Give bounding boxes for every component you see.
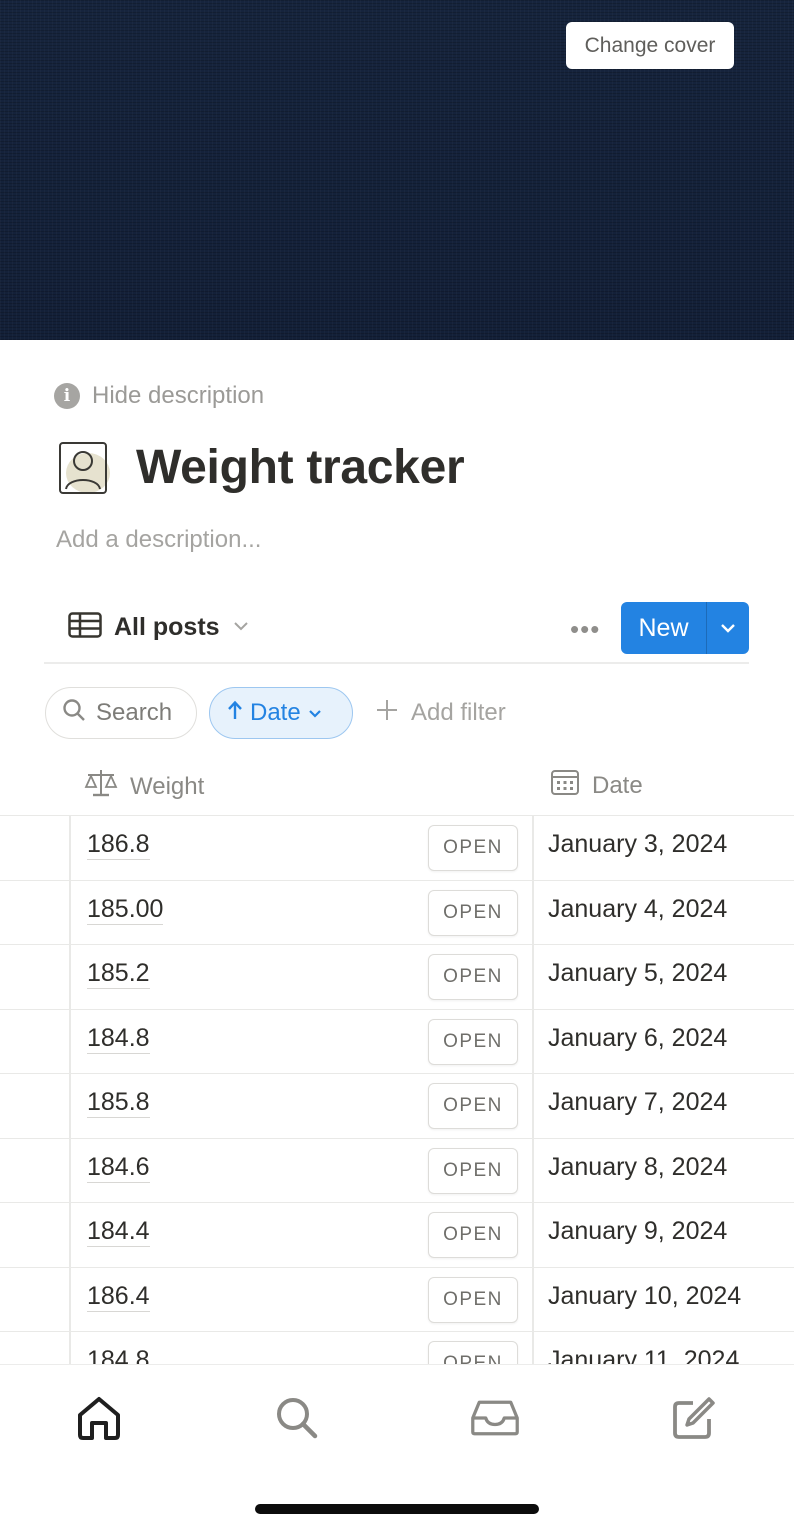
table-row[interactable]: 185.00 OPEN January 4, 2024 — [0, 880, 794, 946]
weight-cell[interactable]: 186.4 — [87, 1282, 150, 1312]
divider — [69, 1074, 71, 1139]
divider — [532, 1138, 534, 1204]
home-indicator — [255, 1504, 539, 1514]
calendar-icon — [550, 768, 580, 803]
page-header: Weight tracker — [58, 440, 465, 495]
column-header-weight[interactable]: Weight — [84, 768, 204, 805]
search-icon[interactable] — [272, 1393, 322, 1443]
date-cell[interactable]: January 5, 2024 — [548, 959, 727, 987]
view-selector[interactable]: All posts — [68, 612, 250, 643]
table-header: Weight Date — [0, 752, 794, 816]
date-cell[interactable]: January 6, 2024 — [548, 1024, 727, 1052]
open-row-button[interactable]: OPEN — [428, 1083, 518, 1129]
search-pill[interactable]: Search — [45, 687, 197, 739]
search-label: Search — [96, 699, 173, 726]
sort-date-pill[interactable]: Date — [209, 687, 353, 739]
divider — [69, 945, 71, 1010]
open-row-button[interactable]: OPEN — [428, 954, 518, 1000]
divider — [69, 1203, 71, 1268]
date-cell[interactable]: January 8, 2024 — [548, 1153, 727, 1181]
table-row[interactable]: 184.4 OPEN January 9, 2024 — [0, 1203, 794, 1268]
search-icon — [62, 698, 86, 729]
date-cell[interactable]: January 3, 2024 — [548, 830, 727, 858]
divider — [532, 1074, 534, 1139]
compose-icon[interactable] — [668, 1393, 718, 1443]
date-cell[interactable]: January 7, 2024 — [548, 1088, 727, 1116]
divider — [532, 880, 534, 946]
page-cover: Change cover — [0, 0, 794, 340]
open-row-button[interactable]: OPEN — [428, 1018, 518, 1065]
chevron-down-icon — [232, 619, 250, 637]
plus-icon — [375, 698, 399, 729]
column-header-date[interactable]: Date — [550, 768, 643, 803]
weight-cell[interactable]: 184.6 — [87, 1153, 150, 1183]
person-avatar-icon[interactable] — [58, 441, 110, 495]
view-name: All posts — [114, 613, 220, 641]
arrow-up-icon — [226, 699, 244, 728]
date-cell[interactable]: January 4, 2024 — [548, 895, 727, 923]
page-title[interactable]: Weight tracker — [136, 440, 465, 495]
sort-label: Date — [250, 699, 301, 726]
table-icon — [68, 612, 102, 643]
table-row[interactable]: 186.4 OPEN January 10, 2024 — [0, 1267, 794, 1333]
inbox-icon[interactable] — [470, 1393, 520, 1443]
weight-cell[interactable]: 186.8 — [87, 830, 150, 860]
hide-description-toggle[interactable]: i Hide description — [54, 380, 264, 412]
home-icon[interactable] — [74, 1393, 124, 1443]
column-label: Date — [592, 771, 643, 799]
change-cover-button[interactable]: Change cover — [566, 22, 734, 69]
table-row[interactable]: 185.8 OPEN January 7, 2024 — [0, 1074, 794, 1139]
open-row-button[interactable]: OPEN — [428, 1147, 518, 1194]
description-placeholder[interactable]: Add a description... — [56, 526, 261, 554]
new-options-button[interactable] — [707, 602, 749, 654]
scale-icon — [84, 768, 118, 805]
weight-cell[interactable]: 185.00 — [87, 895, 164, 925]
info-icon: i — [54, 383, 80, 409]
database-table: Weight Date 186.8 OPEN January 3, 2024 1… — [0, 752, 794, 1397]
divider — [69, 1009, 71, 1075]
hide-description-label: Hide description — [92, 382, 265, 409]
more-options-button[interactable]: ••• — [570, 614, 600, 645]
divider — [532, 1203, 534, 1268]
divider — [532, 1267, 534, 1333]
divider — [69, 1138, 71, 1204]
view-bar: All posts ••• New — [44, 600, 749, 664]
add-filter-button[interactable]: Add filter — [375, 698, 506, 729]
new-button[interactable]: New — [621, 602, 706, 654]
date-cell[interactable]: January 9, 2024 — [548, 1217, 727, 1245]
open-row-button[interactable]: OPEN — [428, 1276, 518, 1323]
divider — [532, 945, 534, 1010]
open-row-button[interactable]: OPEN — [428, 825, 518, 871]
filter-row: Search Date Add filter — [45, 687, 506, 739]
table-row[interactable]: 184.8 OPEN January 6, 2024 — [0, 1009, 794, 1075]
page: Change cover i Hide description Weight t… — [0, 0, 794, 1528]
new-button-group: New — [621, 602, 749, 654]
divider — [532, 1009, 534, 1075]
divider — [69, 880, 71, 946]
divider — [532, 816, 534, 881]
chevron-down-icon — [307, 699, 323, 727]
weight-cell[interactable]: 184.4 — [87, 1217, 150, 1247]
table-row[interactable]: 186.8 OPEN January 3, 2024 — [0, 816, 794, 881]
weight-cell[interactable]: 185.2 — [87, 959, 150, 989]
open-row-button[interactable]: OPEN — [428, 1212, 518, 1258]
divider — [69, 1267, 71, 1333]
weight-cell[interactable]: 185.8 — [87, 1088, 150, 1118]
bottom-tab-bar — [0, 1364, 794, 1528]
table-row[interactable]: 184.6 OPEN January 8, 2024 — [0, 1138, 794, 1204]
divider — [69, 816, 71, 881]
date-cell[interactable]: January 10, 2024 — [548, 1282, 741, 1310]
column-label: Weight — [130, 772, 205, 800]
add-filter-label: Add filter — [411, 699, 506, 726]
chevron-down-icon — [721, 624, 735, 633]
open-row-button[interactable]: OPEN — [428, 889, 518, 936]
table-row[interactable]: 185.2 OPEN January 5, 2024 — [0, 945, 794, 1010]
weight-cell[interactable]: 184.8 — [87, 1024, 150, 1054]
